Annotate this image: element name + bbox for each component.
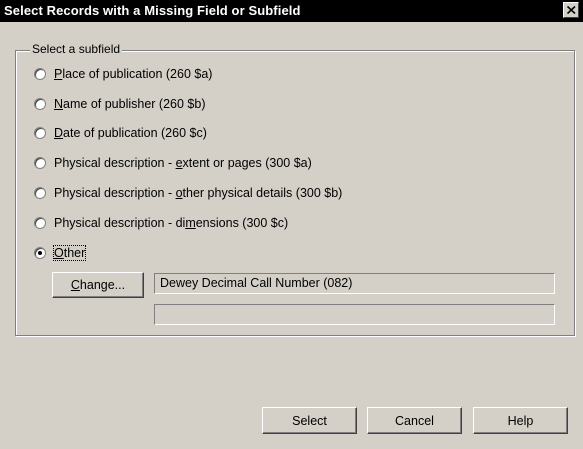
radio-date-of-publication[interactable]: Date of publication (260 $c) — [34, 124, 207, 142]
radio-button[interactable] — [34, 98, 46, 110]
radio-other[interactable]: Other — [34, 244, 87, 262]
radio-place-of-publication[interactable]: Place of publication (260 $a) — [34, 65, 212, 83]
radio-label: Physical description - extent or pages (… — [54, 156, 312, 170]
close-icon — [567, 6, 576, 14]
radio-label: Date of publication (260 $c) — [54, 126, 207, 140]
radio-label: Physical description - other physical de… — [54, 186, 343, 200]
radio-button[interactable] — [34, 68, 46, 80]
radio-button[interactable] — [34, 127, 46, 139]
radio-physical-dimensions[interactable]: Physical description - dimensions (300 $… — [34, 214, 288, 232]
select-button[interactable]: Select — [262, 407, 357, 434]
secondary-field — [154, 304, 555, 325]
title-bar[interactable]: Select Records with a Missing Field or S… — [0, 0, 583, 22]
change-button[interactable]: Change... — [52, 272, 144, 298]
radio-button[interactable] — [34, 217, 46, 229]
close-button[interactable] — [563, 2, 579, 18]
cancel-button[interactable]: Cancel — [367, 407, 462, 434]
radio-label: Place of publication (260 $a) — [54, 67, 213, 81]
radio-button[interactable] — [34, 157, 46, 169]
radio-button-selected[interactable] — [34, 247, 46, 259]
change-button-label: Change... — [70, 278, 126, 292]
radio-label: Name of publisher (260 $b) — [54, 97, 206, 111]
radio-name-of-publisher[interactable]: Name of publisher (260 $b) — [34, 95, 205, 113]
group-label: Select a subfield — [30, 42, 123, 56]
radio-physical-extent[interactable]: Physical description - extent or pages (… — [34, 154, 312, 172]
radio-button[interactable] — [34, 187, 46, 199]
radio-physical-other-details[interactable]: Physical description - other physical de… — [34, 184, 342, 202]
dialog-title: Select Records with a Missing Field or S… — [4, 3, 301, 18]
radio-label: Physical description - dimensions (300 $… — [54, 216, 289, 230]
radio-label: Other — [52, 245, 87, 261]
other-subfield-field: Dewey Decimal Call Number (082) — [154, 273, 555, 294]
help-button[interactable]: Help — [473, 407, 568, 434]
dialog-window: Select Records with a Missing Field or S… — [0, 0, 583, 449]
